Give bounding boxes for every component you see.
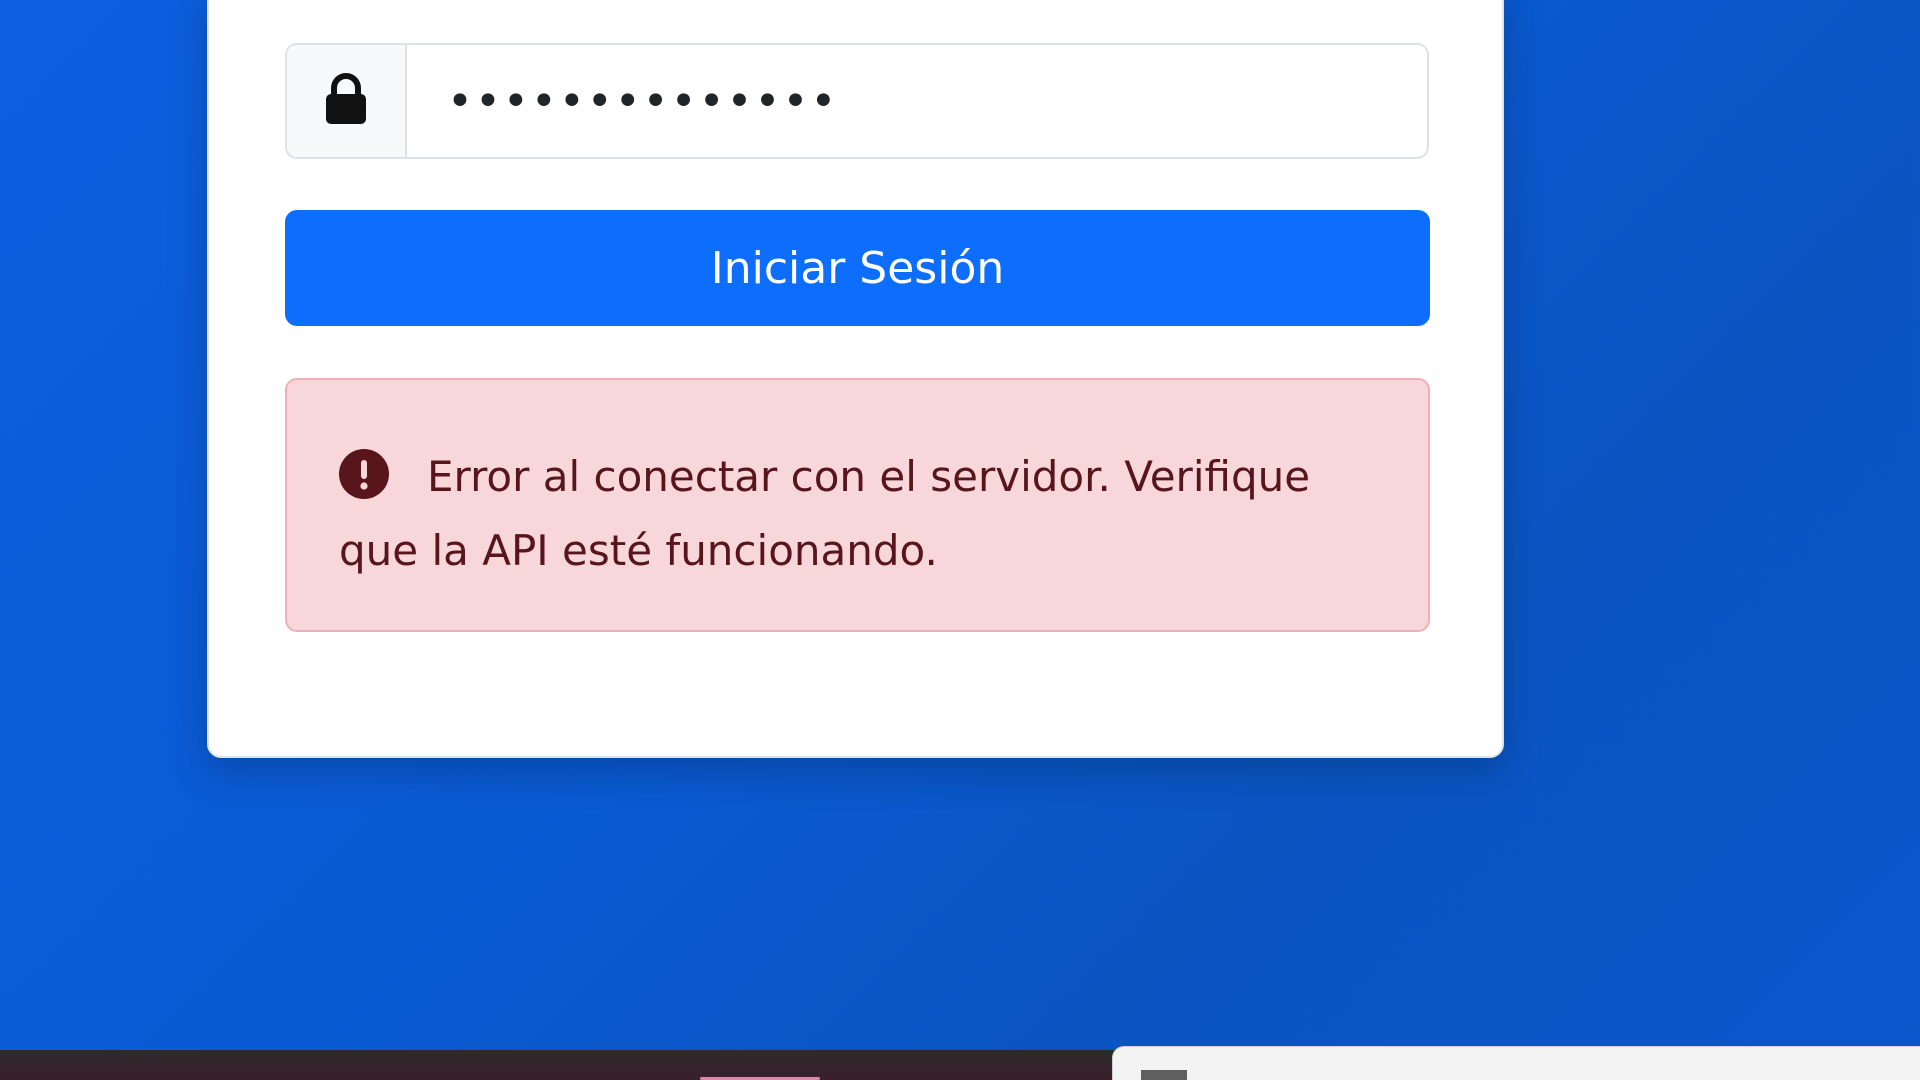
taskbar (0, 1050, 1130, 1080)
error-alert: Error al conectar con el servidor. Verif… (285, 378, 1430, 632)
password-field[interactable] (407, 45, 1427, 157)
exclamation-circle-icon (339, 449, 389, 499)
login-submit-button[interactable]: Iniciar Sesión (285, 210, 1430, 326)
password-addon (287, 45, 407, 157)
error-message: Error al conectar con el servidor. Verif… (339, 452, 1311, 575)
popup-icon (1141, 1070, 1187, 1080)
lock-icon (323, 73, 369, 129)
popup-panel (1112, 1046, 1920, 1080)
password-input-group (285, 43, 1429, 159)
